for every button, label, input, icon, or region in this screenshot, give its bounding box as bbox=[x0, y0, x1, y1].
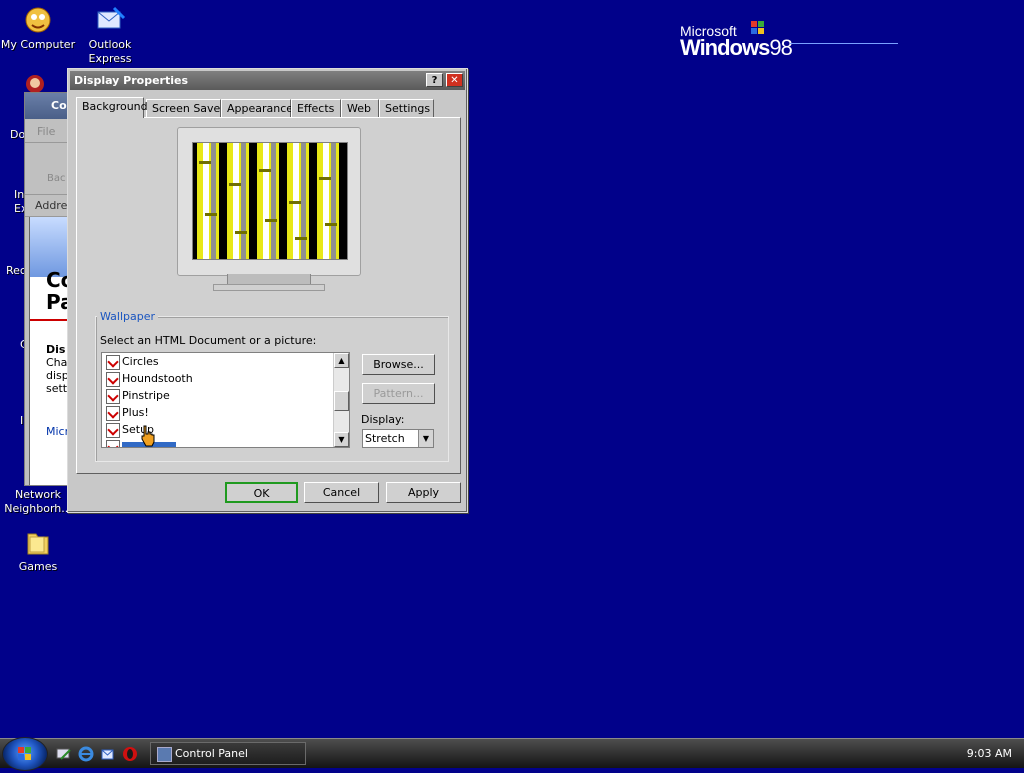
html-document-icon bbox=[106, 423, 120, 438]
desc-line: Dis bbox=[46, 343, 66, 356]
folder-icon bbox=[22, 526, 54, 558]
dialog-title: Display Properties bbox=[74, 74, 189, 87]
tab-screen-saver[interactable]: Screen Saver bbox=[146, 99, 225, 117]
list-item[interactable]: Circles bbox=[102, 353, 349, 370]
browse-button[interactable]: Browse... bbox=[362, 354, 435, 375]
desktop-icon-label: Outlook bbox=[88, 38, 132, 51]
close-button[interactable]: ✕ bbox=[446, 73, 463, 87]
display-mode-value: Stretch bbox=[365, 432, 405, 445]
desktop-icon-network-neighborhood[interactable]: Network Neighborh... bbox=[0, 488, 76, 516]
logo-product: Windows bbox=[680, 35, 770, 60]
listbox-scrollbar[interactable]: ▲ ▼ bbox=[333, 353, 349, 447]
logo-version: 98 bbox=[769, 35, 793, 60]
desc-line: sett bbox=[46, 382, 68, 395]
outlook-express-icon bbox=[94, 4, 126, 36]
internet-explorer-icon[interactable] bbox=[78, 746, 94, 762]
taskbar-button-label: Control Panel bbox=[175, 747, 248, 760]
microsoft-link[interactable]: Micr bbox=[46, 425, 69, 438]
ok-button[interactable]: OK bbox=[225, 482, 298, 503]
scroll-down-button[interactable]: ▼ bbox=[334, 432, 349, 447]
list-item[interactable]: Pinstripe bbox=[102, 387, 349, 404]
list-item[interactable]: Plus! bbox=[102, 404, 349, 421]
help-button[interactable]: ? bbox=[426, 73, 443, 87]
html-document-icon bbox=[106, 389, 120, 404]
chevron-down-icon[interactable]: ▼ bbox=[418, 430, 433, 447]
outlook-express-quicklaunch-icon[interactable] bbox=[100, 746, 116, 762]
select-picture-label: Select an HTML Document or a picture: bbox=[100, 334, 317, 347]
pattern-button[interactable]: Pattern... bbox=[362, 383, 435, 404]
show-desktop-icon[interactable] bbox=[56, 746, 72, 762]
hand-cursor-icon bbox=[141, 425, 155, 447]
list-item[interactable]: Houndstooth bbox=[102, 370, 349, 387]
system-clock[interactable]: 9:03 AM bbox=[967, 747, 1012, 760]
html-document-icon bbox=[106, 440, 120, 447]
background-tab-panel: Wallpaper Select an HTML Document or a p… bbox=[76, 117, 461, 474]
logo-underline bbox=[790, 43, 898, 44]
desktop-icon-outlook-express[interactable]: Outlook Express bbox=[72, 4, 148, 66]
cancel-button[interactable]: Cancel bbox=[304, 482, 379, 503]
tab-web[interactable]: Web bbox=[341, 99, 379, 117]
tab-settings[interactable]: Settings bbox=[379, 99, 434, 117]
taskbar-button-control-panel[interactable]: Control Panel bbox=[150, 742, 306, 765]
scroll-thumb[interactable] bbox=[334, 391, 349, 411]
display-label: Display: bbox=[361, 413, 405, 426]
html-document-icon bbox=[106, 372, 120, 387]
apply-button[interactable]: Apply bbox=[386, 482, 461, 503]
desktop-icon-label: Games bbox=[18, 560, 58, 573]
setup-wallpaper-preview-image bbox=[193, 143, 347, 259]
wallpaper-preview bbox=[192, 142, 348, 260]
desktop-icon-my-computer[interactable]: My Computer bbox=[0, 4, 76, 52]
list-item-label: Pinstripe bbox=[122, 389, 170, 402]
html-document-icon bbox=[106, 406, 120, 421]
wallpaper-group-label: Wallpaper bbox=[97, 310, 159, 323]
display-mode-select[interactable]: Stretch ▼ bbox=[362, 429, 434, 448]
dialog-titlebar[interactable]: Display Properties ? ✕ bbox=[70, 71, 465, 90]
desktop-icon-label: Neighborh... bbox=[4, 502, 72, 515]
desktop-icon-label: My Computer bbox=[0, 38, 76, 51]
control-panel-icon bbox=[157, 747, 172, 762]
desktop-icon-label: Network bbox=[15, 488, 61, 501]
tab-background[interactable]: Background bbox=[76, 97, 148, 118]
windows-orb-icon bbox=[18, 747, 31, 760]
control-panel-title: Co bbox=[51, 99, 67, 112]
taskbar: Control Panel 9:03 AM bbox=[0, 737, 1024, 771]
scroll-up-button[interactable]: ▲ bbox=[334, 353, 349, 368]
start-button[interactable] bbox=[2, 737, 48, 771]
tab-effects[interactable]: Effects bbox=[291, 99, 341, 117]
list-item-label: Plus! bbox=[122, 406, 149, 419]
display-properties-dialog[interactable]: Display Properties ? ✕ Background Screen… bbox=[67, 68, 468, 513]
html-document-icon bbox=[106, 355, 120, 370]
monitor-base bbox=[213, 284, 325, 291]
desktop-icon-label: Express bbox=[88, 52, 132, 65]
wallpaper-listbox[interactable]: Circles Houndstooth Pinstripe Plus! Setu… bbox=[101, 352, 350, 448]
monitor-preview bbox=[177, 127, 361, 276]
desc-line: Cha bbox=[46, 356, 68, 369]
opera-icon[interactable] bbox=[122, 746, 138, 762]
tab-appearance[interactable]: Appearance bbox=[221, 99, 293, 117]
list-item-label: Houndstooth bbox=[122, 372, 193, 385]
list-item-label: Circles bbox=[122, 355, 159, 368]
desktop-icon-games[interactable]: Games bbox=[0, 526, 76, 574]
windows98-logo: Microsoft Windows98 bbox=[680, 21, 793, 60]
control-panel-description: Dis Cha disp sett bbox=[46, 343, 69, 395]
windows-flag-icon bbox=[751, 21, 764, 34]
my-computer-icon bbox=[22, 4, 54, 36]
desc-line: disp bbox=[46, 369, 69, 382]
